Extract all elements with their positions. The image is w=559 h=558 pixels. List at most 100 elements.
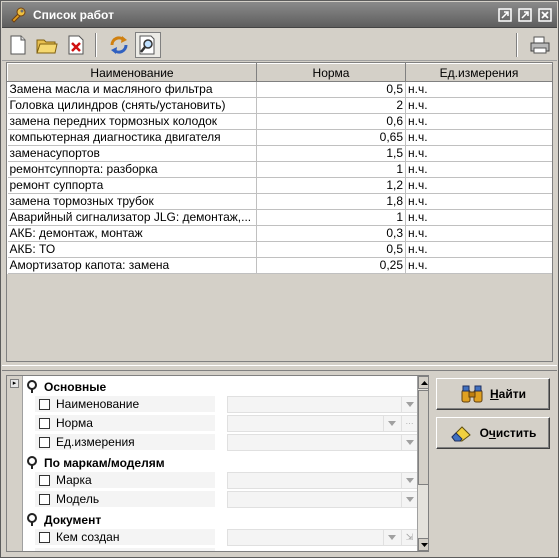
scroll-up-button[interactable] xyxy=(418,376,428,389)
column-header-norm[interactable]: Норма xyxy=(256,63,406,82)
cell-norm[interactable]: 1,8 xyxy=(256,193,406,210)
cell-norm[interactable]: 0,5 xyxy=(256,81,406,98)
table-row[interactable]: замена тормозных трубок 1,8 н.ч. xyxy=(7,193,552,210)
table-row[interactable]: ремонт суппорта 1,2 н.ч. xyxy=(7,177,552,194)
column-header-name[interactable]: Наименование xyxy=(7,63,257,82)
cell-norm[interactable]: 1,2 xyxy=(256,177,406,194)
cell-unit[interactable]: н.ч. xyxy=(405,225,552,242)
table-row[interactable]: ремонтсуппорта: разборка 1 н.ч. xyxy=(7,161,552,178)
table-row[interactable]: заменасупортов 1,5 н.ч. xyxy=(7,145,552,162)
scroll-down-button[interactable] xyxy=(418,538,428,551)
cell-unit[interactable]: н.ч. xyxy=(405,209,552,226)
table-row[interactable]: АКБ: ТО 0,5 н.ч. xyxy=(7,241,552,258)
cell-norm[interactable]: 1,5 xyxy=(256,145,406,162)
chevron-down-icon[interactable] xyxy=(401,492,417,507)
chevron-down-icon[interactable] xyxy=(383,530,399,545)
cell-norm[interactable]: 0,3 xyxy=(256,225,406,242)
cell-norm[interactable]: 0,6 xyxy=(256,113,406,130)
cell-name[interactable]: Головка цилиндров (снять/установить) xyxy=(7,97,257,114)
filter-created-by-checkbox[interactable] xyxy=(39,531,50,543)
filter-brand-checkbox[interactable] xyxy=(39,474,50,486)
print-button[interactable] xyxy=(527,32,553,58)
search-button[interactable] xyxy=(135,31,161,58)
filter-created-by-item[interactable]: Кем создан xyxy=(35,529,215,546)
cell-name[interactable]: ремонт суппорта xyxy=(7,177,257,194)
open-button[interactable] xyxy=(34,32,60,58)
cell-unit[interactable]: н.ч. xyxy=(405,177,552,194)
filter-norm-value[interactable]: ··· xyxy=(227,415,417,432)
scroll-thumb[interactable] xyxy=(418,390,428,485)
delete-button[interactable] xyxy=(63,32,89,58)
expand-arrow-icon[interactable]: ▸ xyxy=(10,379,19,388)
filter-unit-value[interactable] xyxy=(227,434,417,451)
cell-norm[interactable]: 1 xyxy=(256,209,406,226)
cell-unit[interactable]: н.ч. xyxy=(405,97,552,114)
filter-name-checkbox[interactable] xyxy=(39,398,50,410)
cell-norm[interactable]: 0,5 xyxy=(256,241,406,258)
table-row[interactable]: замена передних тормозных колодок 0,6 н.ч. xyxy=(7,113,552,130)
filter-partial-item[interactable]: Б xyxy=(35,548,215,551)
table-row[interactable]: компьютерная диагностика двигателя 0,65 н.… xyxy=(7,129,552,146)
cell-unit[interactable]: н.ч. xyxy=(405,257,552,274)
cell-unit[interactable]: н.ч. xyxy=(405,193,552,210)
find-button[interactable]: Найти xyxy=(436,378,550,410)
cell-unit[interactable]: н.ч. xyxy=(405,129,552,146)
cell-name[interactable]: Амортизатор капота: замена xyxy=(7,257,257,274)
clear-button[interactable]: Очистить xyxy=(436,417,550,449)
cell-name[interactable]: АКБ: ТО xyxy=(7,241,257,258)
restore-window-button[interactable] xyxy=(497,7,513,23)
chevron-down-icon[interactable] xyxy=(401,397,417,412)
cell-unit[interactable]: н.ч. xyxy=(405,145,552,162)
filter-brand-item[interactable]: Марка xyxy=(35,472,215,489)
table-row[interactable]: АКБ: демонтаж, монтаж 0,3 н.ч. xyxy=(7,225,552,242)
new-button[interactable] xyxy=(5,32,31,58)
filter-norm-item[interactable]: Норма xyxy=(35,415,215,432)
cell-name[interactable]: Замена масла и масляного фильтра xyxy=(7,81,257,98)
cell-norm[interactable]: 0,25 xyxy=(256,257,406,274)
filter-scrollbar[interactable] xyxy=(417,376,428,551)
maximize-window-button[interactable] xyxy=(517,7,533,23)
cell-name[interactable]: замена тормозных трубок xyxy=(7,193,257,210)
chevron-down-icon[interactable] xyxy=(383,416,399,431)
filter-brand-value[interactable] xyxy=(227,472,417,489)
filter-model-checkbox[interactable] xyxy=(39,493,50,505)
cell-name[interactable]: заменасупортов xyxy=(7,145,257,162)
chevron-down-icon[interactable] xyxy=(401,473,417,488)
table-row[interactable]: Замена масла и масляного фильтра 0,5 н.ч. xyxy=(7,81,552,98)
cell-unit[interactable]: н.ч. xyxy=(405,241,552,258)
filter-created-by-value[interactable]: ⇲ xyxy=(227,529,417,546)
cell-unit[interactable]: н.ч. xyxy=(405,161,552,178)
refresh-button[interactable] xyxy=(106,32,132,58)
cell-norm[interactable]: 1 xyxy=(256,161,406,178)
cell-name[interactable]: АКБ: демонтаж, монтаж xyxy=(7,225,257,242)
filter-name-item[interactable]: Наименование xyxy=(35,396,215,413)
chevron-down-icon[interactable] xyxy=(401,435,417,450)
cell-unit[interactable]: н.ч. xyxy=(405,81,552,98)
table-row[interactable]: Аварийный сигнализатор JLG: демонтаж,...… xyxy=(7,209,552,226)
cell-name[interactable]: компьютерная диагностика двигателя xyxy=(7,129,257,146)
close-window-button[interactable] xyxy=(537,7,553,23)
filter-unit-item[interactable]: Ед.измерения xyxy=(35,434,215,451)
filter-model-value[interactable] xyxy=(227,491,417,508)
table-row[interactable]: Головка цилиндров (снять/установить) 2 н.ч… xyxy=(7,97,552,114)
filter-name-value[interactable] xyxy=(227,396,417,413)
lookup-icon[interactable]: ⇲ xyxy=(401,530,417,545)
filter-model-item[interactable]: Модель xyxy=(35,491,215,508)
table-row[interactable]: Амортизатор капота: замена 0,25 н.ч. xyxy=(7,257,552,274)
splitter[interactable] xyxy=(2,365,557,371)
cell-name[interactable]: Аварийный сигнализатор JLG: демонтаж,... xyxy=(7,209,257,226)
filter-unit-checkbox[interactable] xyxy=(39,436,50,448)
filter-partial-checkbox[interactable] xyxy=(39,550,50,551)
column-header-unit[interactable]: Ед.измерения xyxy=(405,63,552,82)
filter-norm-checkbox[interactable] xyxy=(39,417,50,429)
cell-unit[interactable]: н.ч. xyxy=(405,113,552,130)
cell-name[interactable]: ремонтсуппорта: разборка xyxy=(7,161,257,178)
ellipsis-icon[interactable]: ··· xyxy=(401,416,417,431)
cell-norm[interactable]: 2 xyxy=(256,97,406,114)
cell-norm[interactable]: 0,65 xyxy=(256,129,406,146)
eraser-icon xyxy=(450,426,471,442)
filter-group-document[interactable]: Документ xyxy=(24,510,101,529)
filter-group-main[interactable]: Основные xyxy=(24,377,106,396)
cell-name[interactable]: замена передних тормозных колодок xyxy=(7,113,257,130)
filter-group-models[interactable]: По маркам/моделям xyxy=(24,453,165,472)
